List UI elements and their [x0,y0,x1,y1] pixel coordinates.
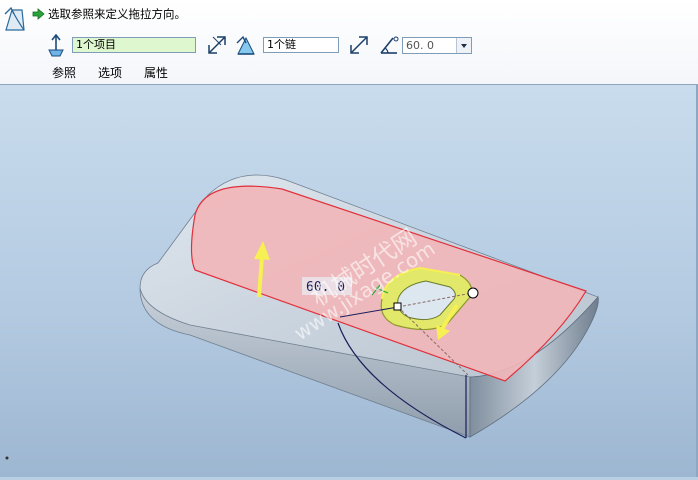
graphics-viewport[interactable]: 60. 0 机械时代网 www.jixage.com [0,85,698,477]
chevron-down-icon [461,44,467,48]
flip-direction-icon[interactable] [206,34,228,56]
tab-references[interactable]: 参照 [52,64,76,81]
tab-options[interactable]: 选项 [98,64,122,81]
draft-dashboard: 选取参照来定义拖拉方向。 1个项目 1个链 60. 0 参照 选项 属性 [0,0,698,85]
direction-reference-collector[interactable]: 1个项目 [72,37,196,53]
dashboard-tabs: 参照 选项 属性 [52,64,168,81]
angle-dropdown-button[interactable] [456,38,471,53]
draft-toolbar: 1个项目 1个链 60. 0 [40,34,680,58]
message-text: 选取参照来定义拖拉方向。 [48,7,186,21]
green-arrow-icon [32,8,45,20]
draft-hinge-icon[interactable] [234,34,258,58]
message-line: 选取参照来定义拖拉方向。 [32,6,186,22]
flip-angle-icon[interactable] [348,34,370,56]
origin-marker [5,456,9,460]
pull-direction-icon[interactable] [44,34,68,58]
draft-angle-value: 60. 0 [406,39,434,52]
draft-feature-icon [4,6,25,31]
tab-properties[interactable]: 属性 [144,64,168,81]
draft-angle-input[interactable]: 60. 0 [402,37,472,54]
draft-angle-icon [380,36,399,54]
model-scene[interactable]: 60. 0 机械时代网 www.jixage.com [0,85,698,477]
draft-hinge-collector[interactable]: 1个链 [263,37,339,53]
